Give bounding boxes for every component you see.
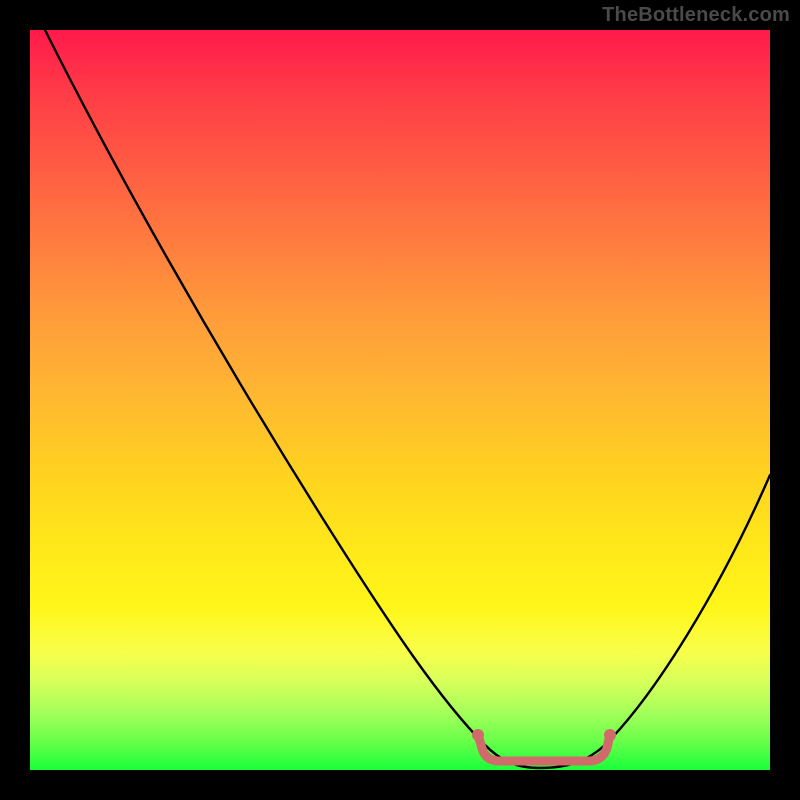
bottleneck-curve [45,30,770,768]
optimal-range-marker [472,729,616,761]
plot-area [30,30,770,770]
plot-svg [30,30,770,770]
watermark-text: TheBottleneck.com [602,4,790,27]
chart-frame: TheBottleneck.com [0,0,800,800]
